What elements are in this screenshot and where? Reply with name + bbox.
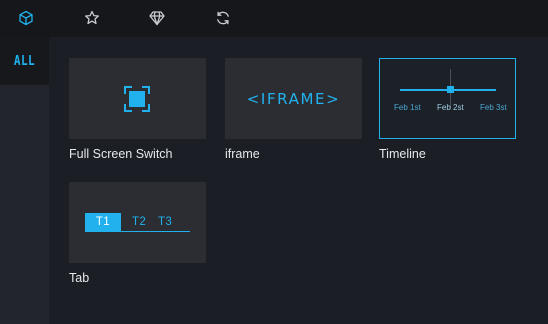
component-thumbnail: T1 T2 T3 — [69, 182, 206, 263]
tab-preview-active: T1 — [85, 213, 121, 231]
iframe-preview-text: <IFRAME> — [246, 89, 341, 108]
diamond-icon[interactable] — [147, 8, 167, 28]
sidebar-item-all[interactable]: ALL — [0, 37, 49, 85]
component-label: iframe — [225, 147, 260, 161]
component-label: Tab — [69, 271, 90, 285]
timeline-date-label-active: Feb 2st — [437, 103, 464, 112]
tab-preview-underline — [85, 231, 190, 232]
tab-preview-item: T2 — [132, 216, 147, 228]
refresh-icon[interactable] — [213, 8, 233, 28]
sidebar-item-label: ALL — [13, 53, 36, 69]
component-label: Full Screen Switch — [69, 147, 173, 161]
component-thumbnail — [69, 58, 206, 139]
category-sidebar: ALL — [0, 37, 49, 324]
tab-preview-item: T3 — [158, 216, 173, 228]
component-thumbnail: <IFRAME> — [225, 58, 362, 139]
star-icon[interactable] — [82, 8, 102, 28]
component-label: Timeline — [379, 147, 426, 161]
timeline-date-label: Feb 1st — [394, 103, 421, 112]
component-thumbnail: Feb 1st Feb 2st Feb 3st — [379, 58, 516, 139]
timeline-marker — [447, 86, 454, 93]
component-grid: Full Screen Switch <IFRAME> iframe Feb 1… — [49, 37, 548, 324]
fullscreen-icon — [124, 86, 150, 112]
cube-icon[interactable] — [16, 8, 36, 28]
timeline-date-label: Feb 3st — [480, 103, 507, 112]
top-toolbar — [0, 0, 548, 37]
